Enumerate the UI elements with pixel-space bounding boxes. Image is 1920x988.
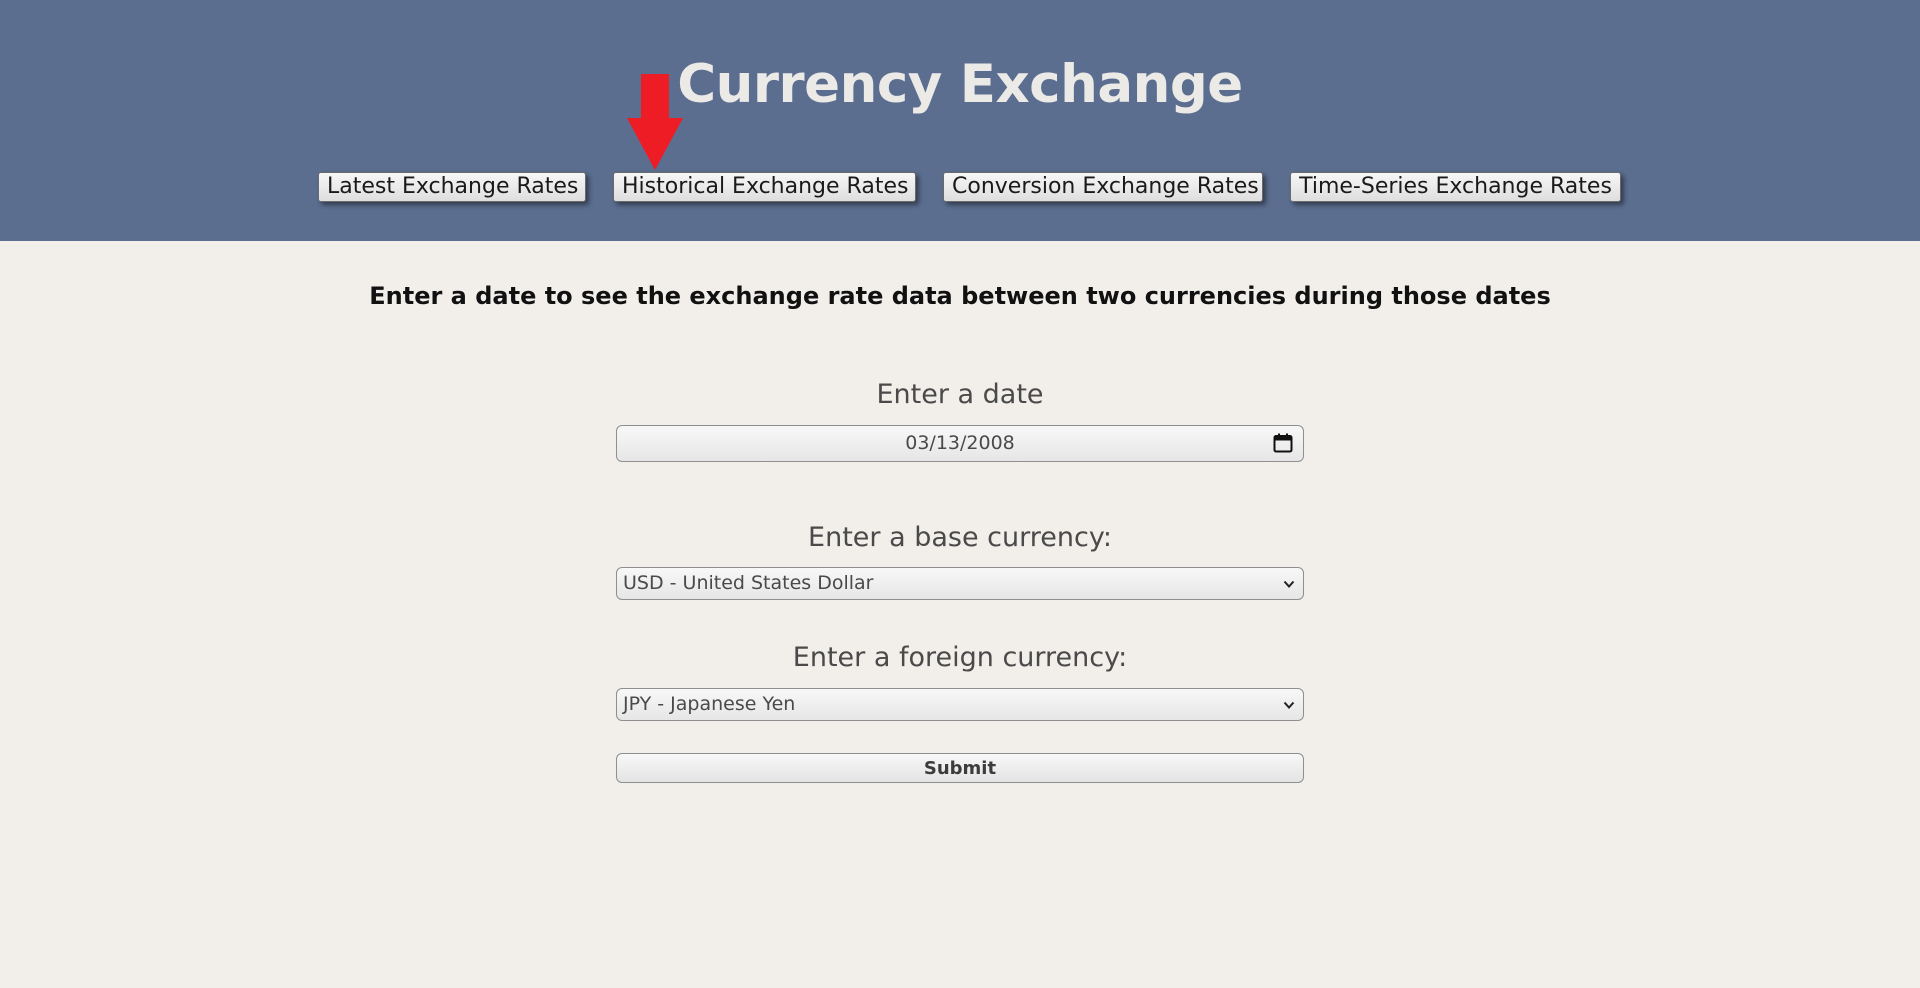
site-header: Currency Exchange Latest Exchange Rates … [0, 0, 1920, 241]
foreign-currency-label: Enter a foreign currency: [792, 642, 1128, 673]
calendar-icon[interactable] [1273, 433, 1293, 453]
base-currency-value: USD - United States Dollar [623, 572, 874, 594]
foreign-currency-value: JPY - Japanese Yen [623, 693, 796, 715]
chevron-down-icon [1283, 701, 1295, 709]
nav-conversion-exchange-rates-button[interactable]: Conversion Exchange Rates [943, 172, 1263, 202]
base-currency-select[interactable]: USD - United States Dollar [616, 567, 1304, 600]
nav-historical-exchange-rates-button[interactable]: Historical Exchange Rates [613, 172, 916, 202]
instructions-heading: Enter a date to see the exchange rate da… [369, 282, 1551, 310]
date-label: Enter a date [876, 379, 1044, 410]
foreign-currency-select[interactable]: JPY - Japanese Yen [616, 688, 1304, 721]
annotation-arrow-icon [627, 74, 683, 170]
date-input-value: 03/13/2008 [905, 432, 1015, 454]
base-currency-label: Enter a base currency: [808, 522, 1112, 553]
chevron-down-icon [1283, 580, 1295, 588]
nav-latest-exchange-rates-button[interactable]: Latest Exchange Rates [318, 172, 586, 202]
submit-button[interactable]: Submit [616, 753, 1304, 783]
nav-time-series-exchange-rates-button[interactable]: Time-Series Exchange Rates [1290, 172, 1621, 202]
date-input[interactable]: 03/13/2008 [616, 425, 1304, 462]
site-title: Currency Exchange [677, 54, 1243, 115]
